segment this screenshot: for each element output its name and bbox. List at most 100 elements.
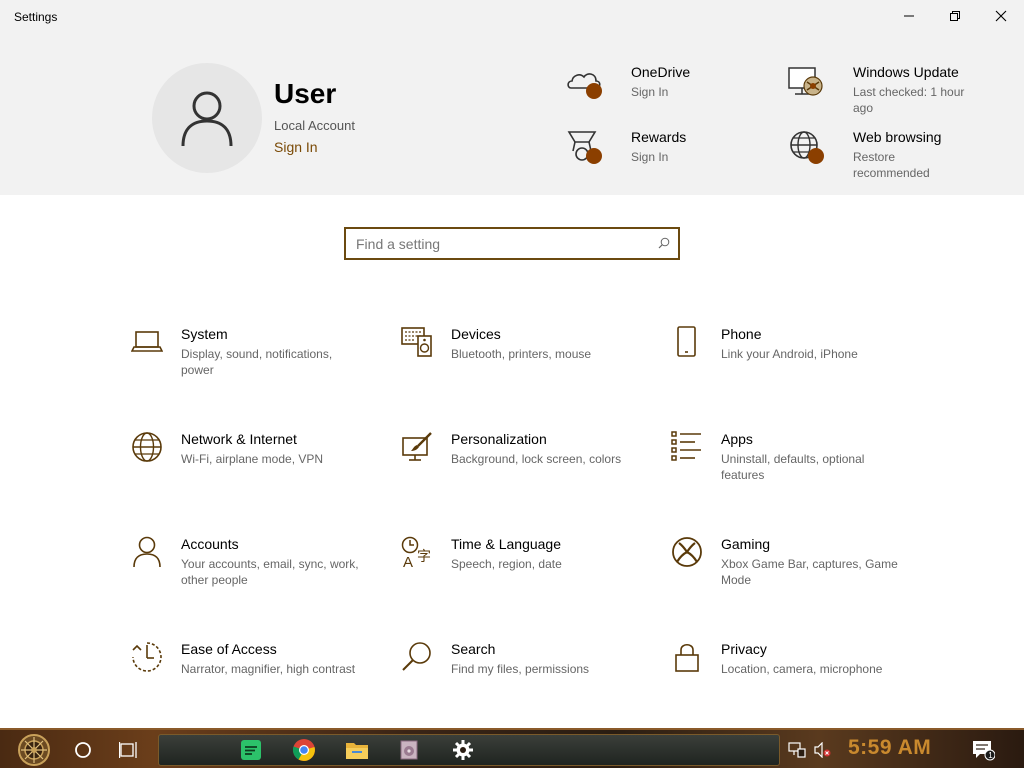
person-avatar-icon xyxy=(181,91,233,147)
notifications-button[interactable]: 1 xyxy=(968,732,998,768)
tile-time-language[interactable]: A 字 Time & Language Speech, region, date xyxy=(401,536,641,616)
user-name: User xyxy=(274,78,337,109)
taskbar-clock[interactable]: 5:59 AM xyxy=(848,736,931,760)
onedrive-subtitle: Sign In xyxy=(631,85,669,99)
svg-text:字: 字 xyxy=(417,549,431,565)
laptop-icon xyxy=(131,331,163,352)
media-player-icon xyxy=(400,740,418,760)
windows-update-item[interactable]: Windows Update Last checked: 1 hour ago xyxy=(787,64,977,115)
chrome-button[interactable] xyxy=(287,732,321,768)
rewards-title: Rewards xyxy=(631,129,687,145)
notification-count: 1 xyxy=(988,751,993,760)
account-type: Local Account xyxy=(274,118,355,133)
svg-text:A: A xyxy=(403,554,413,568)
tile-subtitle: Uninstall, defaults, optional features xyxy=(721,452,865,482)
search-input[interactable] xyxy=(346,229,656,258)
windows-update-icon xyxy=(788,67,823,96)
chrome-icon xyxy=(292,739,315,761)
minimize-icon xyxy=(904,15,914,17)
notifications-icon: 1 xyxy=(973,741,995,761)
file-explorer-icon xyxy=(346,743,368,759)
find-setting-search[interactable] xyxy=(344,227,680,260)
onedrive-title: OneDrive xyxy=(631,64,691,80)
tile-privacy[interactable]: Privacy Location, camera, microphone xyxy=(671,641,911,721)
tile-ease-of-access[interactable]: Ease of Access Narrator, magnifier, high… xyxy=(131,641,371,721)
media-player-button[interactable] xyxy=(392,732,426,768)
volume-muted-icon xyxy=(814,742,831,758)
tile-gaming[interactable]: Gaming Xbox Game Bar, captures, Game Mod… xyxy=(671,536,911,616)
tile-subtitle: Speech, region, date xyxy=(451,557,562,571)
cloud-icon xyxy=(567,73,602,99)
tile-devices[interactable]: Devices Bluetooth, printers, mouse xyxy=(401,326,641,406)
rewards-subtitle: Sign In xyxy=(631,150,669,164)
tile-subtitle: Display, sound, notifications, power xyxy=(181,347,333,377)
cortana-icon xyxy=(75,742,91,758)
tile-title: Network & Internet xyxy=(181,431,297,447)
rewards-item[interactable]: Rewards Sign In xyxy=(565,129,745,169)
web-browsing-item[interactable]: Web browsing Restore recommended xyxy=(787,129,977,180)
restore-icon xyxy=(950,11,960,21)
tile-title: Privacy xyxy=(721,641,767,657)
tile-title: Phone xyxy=(721,326,762,342)
tile-phone[interactable]: Phone Link your Android, iPhone xyxy=(671,326,911,406)
sign-in-link[interactable]: Sign In xyxy=(274,139,318,155)
tile-accounts[interactable]: Accounts Your accounts, email, sync, wor… xyxy=(131,536,371,616)
trophy-icon xyxy=(567,131,602,164)
web-browsing-subtitle: Restore recommended xyxy=(853,150,930,180)
close-button[interactable] xyxy=(978,0,1024,32)
tile-subtitle: Location, camera, microphone xyxy=(721,662,883,676)
restore-button[interactable] xyxy=(932,0,978,32)
taskbar: 5:59 AM 1 xyxy=(0,728,1024,768)
start-icon xyxy=(18,734,50,766)
start-button[interactable] xyxy=(8,732,60,768)
tile-subtitle: Bluetooth, printers, mouse xyxy=(451,347,592,361)
task-view-icon xyxy=(119,742,137,758)
minimize-button[interactable] xyxy=(886,0,932,32)
tile-subtitle: Background, lock screen, colors xyxy=(451,452,622,466)
settings-gear-icon xyxy=(453,740,473,760)
globe-icon xyxy=(132,432,162,462)
tile-personalization[interactable]: Personalization Background, lock screen,… xyxy=(401,431,641,511)
tile-subtitle: Your accounts, email, sync, work, other … xyxy=(181,557,359,587)
tile-title: Apps xyxy=(721,431,753,447)
tile-title: Gaming xyxy=(721,536,771,552)
close-icon xyxy=(995,10,1007,22)
lock-icon xyxy=(675,643,699,672)
tile-subtitle: Xbox Game Bar, captures, Game Mode xyxy=(721,557,898,587)
tile-title: Personalization xyxy=(451,431,547,447)
windows-update-subtitle: Last checked: 1 hour ago xyxy=(853,85,965,115)
devices-icon xyxy=(401,327,432,357)
onedrive-item[interactable]: OneDrive Sign In xyxy=(565,64,745,104)
tile-subtitle: Link your Android, iPhone xyxy=(721,347,858,361)
network-tray-button[interactable] xyxy=(786,732,808,768)
tile-subtitle: Find my files, permissions xyxy=(451,662,590,676)
paint-icon xyxy=(402,432,432,461)
tile-title: System xyxy=(181,326,228,342)
magnifier-icon xyxy=(402,642,431,671)
tile-subtitle: Narrator, magnifier, high contrast xyxy=(181,662,356,676)
title-bar: Settings xyxy=(0,0,1024,34)
volume-tray-button[interactable] xyxy=(812,732,834,768)
tile-subtitle: Wi-Fi, airplane mode, VPN xyxy=(181,452,324,466)
task-view-button[interactable] xyxy=(112,732,146,768)
time-language-icon: A 字 xyxy=(401,536,431,568)
tile-title: Devices xyxy=(451,326,501,342)
tile-apps[interactable]: Apps Uninstall, defaults, optional featu… xyxy=(671,431,911,511)
cortana-button[interactable] xyxy=(66,732,100,768)
avatar[interactable] xyxy=(152,63,262,173)
window-title: Settings xyxy=(14,10,58,24)
phone-icon xyxy=(677,326,696,357)
tile-network-internet[interactable]: Network & Internet Wi-Fi, airplane mode,… xyxy=(131,431,371,511)
network-icon xyxy=(788,742,806,758)
tile-system[interactable]: System Display, sound, notifications, po… xyxy=(131,326,371,406)
windows-update-title: Windows Update xyxy=(853,64,959,80)
tile-title: Time & Language xyxy=(451,536,561,552)
tile-search[interactable]: Search Find my files, permissions xyxy=(401,641,641,721)
globe-icon xyxy=(790,131,824,164)
settings-taskbar-button[interactable] xyxy=(446,732,480,768)
search-icon xyxy=(658,237,670,249)
spotify-button[interactable] xyxy=(234,732,268,768)
apps-list-icon xyxy=(671,431,701,461)
file-explorer-button[interactable] xyxy=(340,732,374,768)
person-icon xyxy=(133,536,161,568)
